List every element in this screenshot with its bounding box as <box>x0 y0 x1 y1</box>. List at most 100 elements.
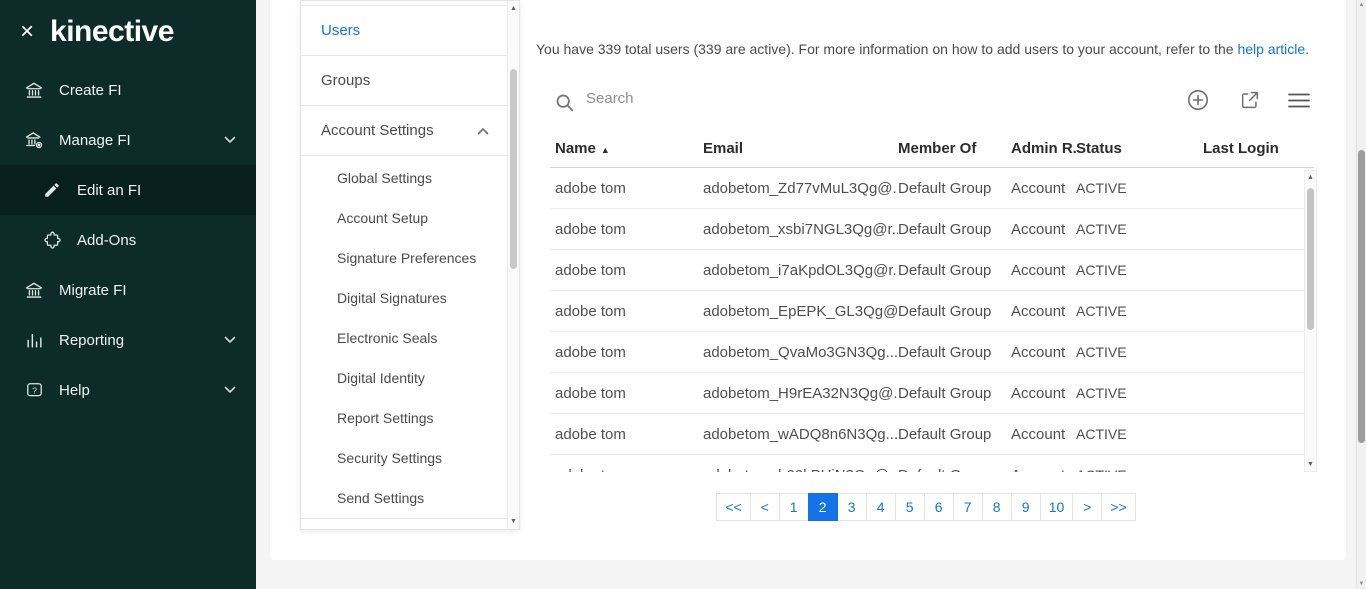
table-row[interactable]: adobe tom adobetom_H9rEA32N3Qg@... Defau… <box>550 373 1314 414</box>
cell-admin-role: Account <box>1011 426 1076 443</box>
settings-subnav-item[interactable]: Send Settings <box>301 478 507 518</box>
sidebar-item-add-ons[interactable]: Add-Ons <box>0 215 256 265</box>
pagination-page[interactable]: 7 <box>953 493 983 521</box>
settings-nav-users[interactable]: Users <box>301 6 507 56</box>
scroll-down-icon[interactable]: ▼ <box>1357 581 1366 587</box>
scroll-down-icon[interactable]: ▼ <box>508 518 519 525</box>
table-scrollbar-thumb[interactable] <box>1307 188 1314 330</box>
settings-subnav-item[interactable]: Digital Signatures <box>301 278 507 318</box>
scroll-up-icon[interactable]: ▲ <box>1305 174 1316 181</box>
cell-member-of: Default Group <box>898 221 1011 238</box>
cell-email: adobetom_wADQ8n6N3Qg... <box>703 426 898 443</box>
brand-header: × kinective <box>0 0 256 64</box>
table-row[interactable]: adobe tom adobetom_i7aKpdOL3Qg@r... Defa… <box>550 250 1314 291</box>
column-header-admin-role[interactable]: Admin R... <box>1011 140 1076 157</box>
sidebar-item-create-fi[interactable]: Create FI <box>0 65 256 115</box>
column-header-status[interactable]: Status <box>1076 140 1203 157</box>
pagination-prev[interactable]: < <box>750 493 780 521</box>
settings-panel-scrollbar[interactable]: ▲ ▼ <box>507 1 519 529</box>
screen: × kinective Create FI Manage FI <box>0 0 1366 589</box>
settings-nav-label: Users <box>321 22 360 39</box>
column-header-name[interactable]: Name▲ <box>555 140 703 157</box>
hamburger-menu-icon <box>1288 93 1310 108</box>
cell-name: adobe tom <box>555 344 703 361</box>
settings-nav-groups[interactable]: Groups <box>301 56 507 106</box>
settings-panel: Users Groups Account Settings Global Set… <box>300 0 520 530</box>
add-user-button[interactable] <box>1186 88 1210 112</box>
help-article-link[interactable]: help article. <box>1237 41 1309 57</box>
cell-admin-role: Account <box>1011 467 1076 473</box>
column-header-last-login[interactable]: Last Login <box>1203 140 1298 157</box>
cell-email: adobetom_QvaMo3GN3Qg... <box>703 344 898 361</box>
sidebar-item-migrate-fi[interactable]: Migrate FI <box>0 265 256 315</box>
settings-scrollbar-thumb[interactable] <box>510 69 517 269</box>
export-button[interactable] <box>1239 89 1261 111</box>
cell-status: ACTIVE <box>1076 344 1203 360</box>
scroll-up-icon[interactable]: ▲ <box>1357 2 1366 8</box>
pagination-page[interactable]: 10 <box>1040 493 1074 521</box>
pagination: << < 12345678910 > >> <box>550 493 1303 521</box>
settings-subnav-item[interactable]: Global Settings <box>301 158 507 198</box>
cell-admin-role: Account <box>1011 344 1076 361</box>
app-sidebar: × kinective Create FI Manage FI <box>0 0 256 589</box>
sidebar-item-label: Reporting <box>59 332 124 349</box>
pencil-icon <box>42 180 62 200</box>
search-input[interactable] <box>586 90 866 107</box>
pagination-page[interactable]: 9 <box>1011 493 1041 521</box>
more-options-button[interactable] <box>1288 93 1310 108</box>
pagination-next[interactable]: > <box>1072 493 1102 521</box>
pagination-page[interactable]: 4 <box>866 493 896 521</box>
export-icon <box>1239 89 1261 111</box>
sidebar-item-reporting[interactable]: Reporting <box>0 315 256 365</box>
pagination-page[interactable]: 2 <box>808 493 838 521</box>
page-scrollbar-thumb[interactable] <box>1358 150 1365 443</box>
chevron-down-icon <box>224 136 236 144</box>
settings-subnav-item[interactable]: Signature Preferences <box>301 238 507 278</box>
cell-admin-role: Account <box>1011 385 1076 402</box>
sidebar-item-help[interactable]: ? Help <box>0 365 256 415</box>
sidebar-item-manage-fi[interactable]: Manage FI <box>0 115 256 165</box>
settings-subnav-item[interactable]: Digital Identity <box>301 358 507 398</box>
bar-chart-icon <box>24 330 44 350</box>
settings-nav-account-settings[interactable]: Account Settings <box>301 106 507 156</box>
settings-subnav-item[interactable]: Electronic Seals <box>301 318 507 358</box>
sidebar-item-label: Add-Ons <box>77 232 136 249</box>
table-row[interactable]: adobe tom adobetom_h60kPHiN3Qg@... Defau… <box>550 455 1314 472</box>
table-row[interactable]: adobe tom adobetom_QvaMo3GN3Qg... Defaul… <box>550 332 1314 373</box>
pagination-first[interactable]: << <box>716 493 750 521</box>
svg-text:?: ? <box>32 385 37 395</box>
pagination-page[interactable]: 1 <box>779 493 809 521</box>
table-scrollbar[interactable]: ▲ ▼ <box>1304 170 1317 472</box>
sidebar-item-label: Create FI <box>59 82 122 99</box>
pagination-page[interactable]: 3 <box>837 493 867 521</box>
cell-member-of: Default Group <box>898 303 1011 320</box>
search-icon <box>554 92 575 118</box>
pagination-page[interactable]: 6 <box>924 493 954 521</box>
cell-status: ACTIVE <box>1076 426 1203 442</box>
sidebar-item-edit-an-fi[interactable]: Edit an FI <box>0 165 256 215</box>
close-icon[interactable]: × <box>20 20 34 44</box>
scroll-up-icon[interactable]: ▲ <box>508 5 519 12</box>
sidebar-nav: Create FI Manage FI Edit an FI <box>0 65 256 415</box>
scroll-down-icon[interactable]: ▼ <box>1305 461 1316 468</box>
settings-subnav-item[interactable]: Security Settings <box>301 438 507 478</box>
table-row[interactable]: adobe tom adobetom_xsbi7NGL3Qg@r... Defa… <box>550 209 1314 250</box>
settings-subnav-item[interactable]: Account Setup <box>301 198 507 238</box>
pagination-page[interactable]: 8 <box>982 493 1012 521</box>
column-header-email[interactable]: Email <box>703 140 898 157</box>
table-row[interactable]: adobe tom adobetom_wADQ8n6N3Qg... Defaul… <box>550 414 1314 455</box>
page-scrollbar[interactable]: ▲ ▼ <box>1356 0 1366 589</box>
cell-name: adobe tom <box>555 426 703 443</box>
column-header-member-of[interactable]: Member Of <box>898 140 1011 157</box>
cell-status: ACTIVE <box>1076 180 1203 196</box>
cell-member-of: Default Group <box>898 180 1011 197</box>
settings-nav-list: Users Groups Account Settings <box>301 5 507 156</box>
cell-email: adobetom_EpEPK_GL3Qg@... <box>703 303 898 320</box>
settings-subnav-item[interactable]: Report Settings <box>301 398 507 438</box>
brand-logo: kinective <box>50 15 174 49</box>
table-row[interactable]: adobe tom adobetom_Zd77vMuL3Qg@... Defau… <box>550 168 1314 209</box>
pagination-page[interactable]: 5 <box>895 493 925 521</box>
table-row[interactable]: adobe tom adobetom_EpEPK_GL3Qg@... Defau… <box>550 291 1314 332</box>
table-header: Name▲ Email Member Of Admin R... Status … <box>550 130 1314 168</box>
pagination-last[interactable]: >> <box>1101 493 1135 521</box>
